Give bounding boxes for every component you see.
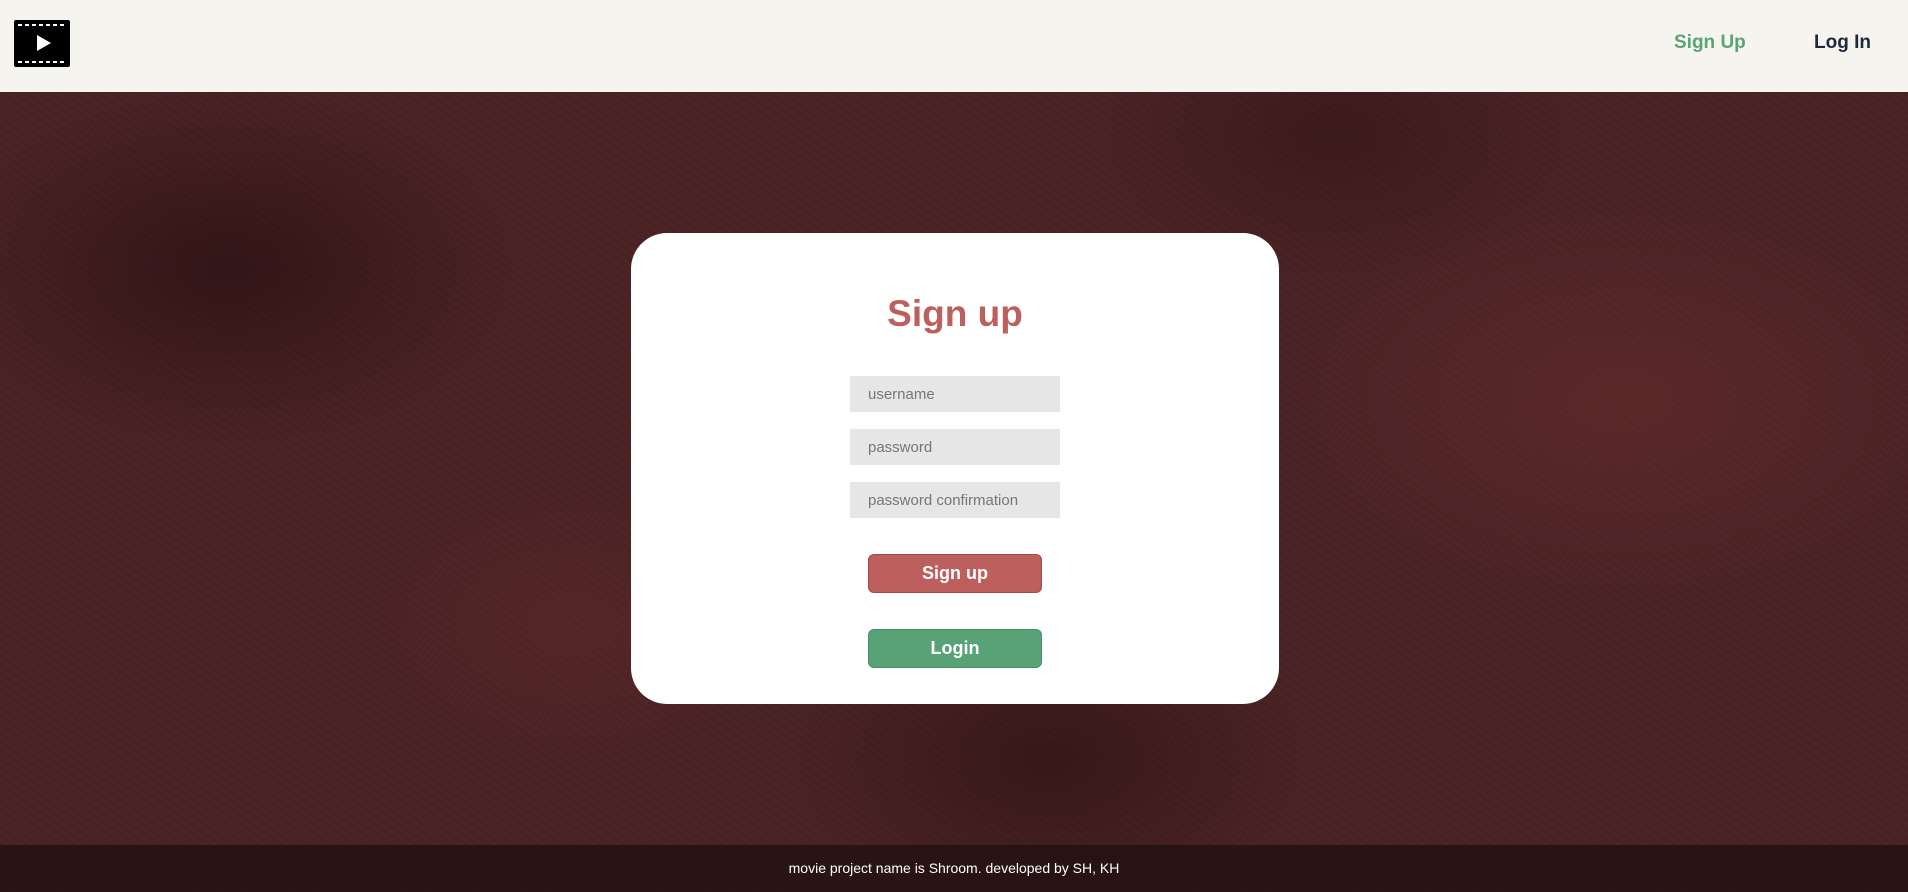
nav-signup-link[interactable]: Sign Up xyxy=(1674,32,1746,54)
signup-title: Sign up xyxy=(887,293,1023,334)
nav-login-link[interactable]: Log In xyxy=(1814,32,1871,54)
signup-card: Sign up Sign up Login xyxy=(631,233,1279,704)
play-icon xyxy=(37,35,51,51)
film-perforation-top xyxy=(18,24,66,26)
password-confirmation-input[interactable] xyxy=(850,482,1060,518)
navbar: Sign Up Log In xyxy=(0,0,1908,92)
film-play-icon[interactable] xyxy=(14,20,70,67)
film-perforation-bottom xyxy=(18,61,66,63)
signup-button[interactable]: Sign up xyxy=(868,554,1042,593)
footer-text: movie project name is Shroom. developed … xyxy=(788,860,1120,876)
username-input[interactable] xyxy=(850,376,1060,412)
footer: movie project name is Shroom. developed … xyxy=(0,845,1908,892)
login-button[interactable]: Login xyxy=(868,629,1042,668)
password-input[interactable] xyxy=(850,429,1060,465)
